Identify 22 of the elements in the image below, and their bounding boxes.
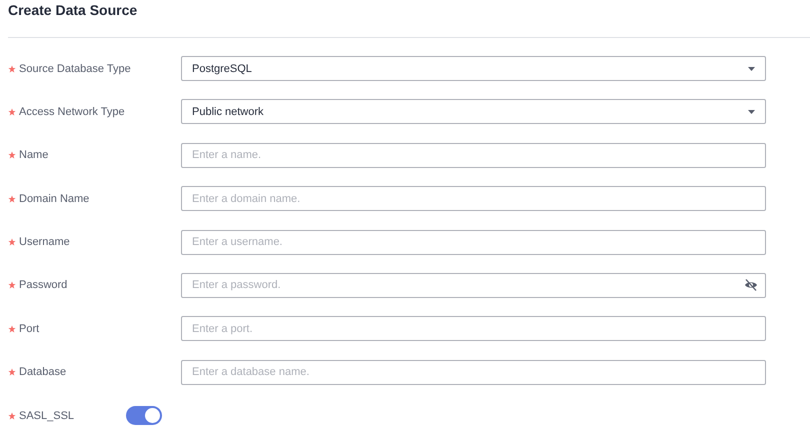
field-label: Domain Name bbox=[19, 192, 90, 205]
field-label: Port bbox=[19, 322, 40, 335]
select-field[interactable]: PostgreSQL bbox=[181, 56, 766, 81]
page-title: Create Data Source bbox=[7, 1, 138, 20]
caret-icon bbox=[748, 66, 755, 70]
input-field[interactable]: Enter a domain name. bbox=[181, 186, 766, 212]
field-label: Username bbox=[19, 236, 70, 248]
toggle-switch[interactable] bbox=[126, 406, 162, 426]
password-field[interactable]: Enter a password. bbox=[181, 272, 766, 298]
input-field[interactable]: Enter a database name. bbox=[181, 360, 766, 385]
select-field[interactable]: Public network bbox=[181, 99, 766, 124]
input-field[interactable]: Enter a name. bbox=[181, 142, 766, 168]
field-label: Password bbox=[19, 279, 68, 292]
eye-slash-icon[interactable] bbox=[744, 278, 758, 291]
field-label: SASL_SSL bbox=[19, 410, 74, 422]
field-label: Source Database Type bbox=[19, 62, 131, 74]
input-field[interactable]: Enter a port. bbox=[181, 316, 766, 342]
field-label: Access Network Type bbox=[19, 106, 125, 118]
field-label: Database bbox=[19, 366, 66, 378]
caret-icon bbox=[748, 110, 755, 114]
field-label: Name bbox=[19, 149, 48, 162]
input-field[interactable]: Enter a username. bbox=[181, 230, 766, 255]
